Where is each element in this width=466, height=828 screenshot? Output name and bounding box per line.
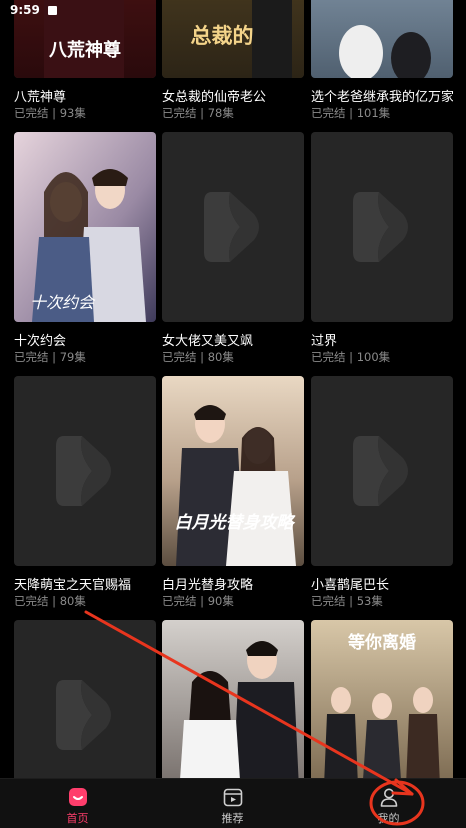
play-logo-icon — [56, 436, 111, 506]
drama-poster-placeholder[interactable] — [14, 376, 156, 566]
poster-title-text: 白月光替身攻略 — [175, 513, 297, 533]
play-logo-icon — [204, 192, 259, 262]
drama-poster[interactable]: 十次约会 — [14, 132, 156, 322]
drama-title[interactable]: 天降萌宝之天官赐福 — [14, 574, 156, 593]
play-logo-icon — [353, 192, 408, 262]
drama-title[interactable]: 女大佬又美又飒 — [162, 330, 304, 349]
drama-meta: 已完结 | 80集 — [162, 350, 234, 364]
poster-title-text: 总裁的 — [191, 23, 254, 48]
drama-poster[interactable]: 白月光替身攻略 — [162, 376, 304, 566]
drama-poster-placeholder[interactable] — [14, 620, 156, 778]
drama-meta: 已完结 | 90集 — [162, 594, 234, 608]
drama-meta: 已完结 | 100集 — [311, 350, 391, 364]
poster-title-text: 十次约会 — [30, 293, 96, 312]
tab-recommend[interactable]: 推荐 — [155, 779, 310, 828]
tab-home[interactable]: 首页 — [0, 779, 155, 828]
play-logo-icon — [353, 436, 408, 506]
poster-title-text: 等你离婚 — [348, 632, 416, 653]
drama-title[interactable]: 选个老爸继承我的亿万家... — [311, 86, 453, 105]
tab-recommend-label: 推荐 — [221, 812, 244, 825]
bottom-tab-bar: 首页 推荐 我的 — [0, 778, 466, 828]
drama-title[interactable]: 十次约会 — [14, 330, 156, 349]
drama-title[interactable]: 八荒神尊 — [14, 86, 156, 105]
drama-poster[interactable]: 等你离婚 — [311, 620, 453, 778]
home-icon — [68, 788, 87, 806]
notification-icon — [48, 6, 57, 15]
drama-poster[interactable]: 花 — [162, 620, 304, 778]
status-time: 9:59 — [10, 3, 40, 17]
drama-meta: 已完结 | 79集 — [14, 350, 86, 364]
drama-meta: 已完结 | 53集 — [311, 594, 383, 608]
tab-home-label: 首页 — [66, 812, 89, 825]
drama-poster-placeholder[interactable] — [311, 132, 453, 322]
drama-meta: 已完结 | 78集 — [162, 106, 234, 120]
tab-mine[interactable]: 我的 — [311, 779, 466, 828]
play-card-icon — [223, 788, 242, 807]
drama-meta: 已完结 | 101集 — [311, 106, 391, 120]
drama-title[interactable]: 小喜鹊尾巴长 — [311, 574, 453, 593]
drama-poster-placeholder[interactable] — [311, 376, 453, 566]
drama-poster-placeholder[interactable] — [162, 132, 304, 322]
drama-title[interactable]: 女总裁的仙帝老公 — [162, 86, 304, 105]
status-bar: 9:59 — [0, 0, 466, 22]
tab-mine-label: 我的 — [377, 812, 400, 825]
user-icon — [380, 788, 397, 807]
poster-title-text: 八荒神尊 — [49, 39, 121, 61]
play-logo-icon — [56, 680, 111, 750]
drama-title[interactable]: 过界 — [311, 330, 453, 349]
drama-title[interactable]: 白月光替身攻略 — [162, 574, 304, 593]
drama-meta: 已完结 | 80集 — [14, 594, 86, 608]
drama-grid: 八荒神尊 八荒神尊 已完结 | 93集 总裁的 女总裁的仙帝老公 已完结 | 7… — [0, 0, 466, 778]
drama-meta: 已完结 | 93集 — [14, 106, 86, 120]
